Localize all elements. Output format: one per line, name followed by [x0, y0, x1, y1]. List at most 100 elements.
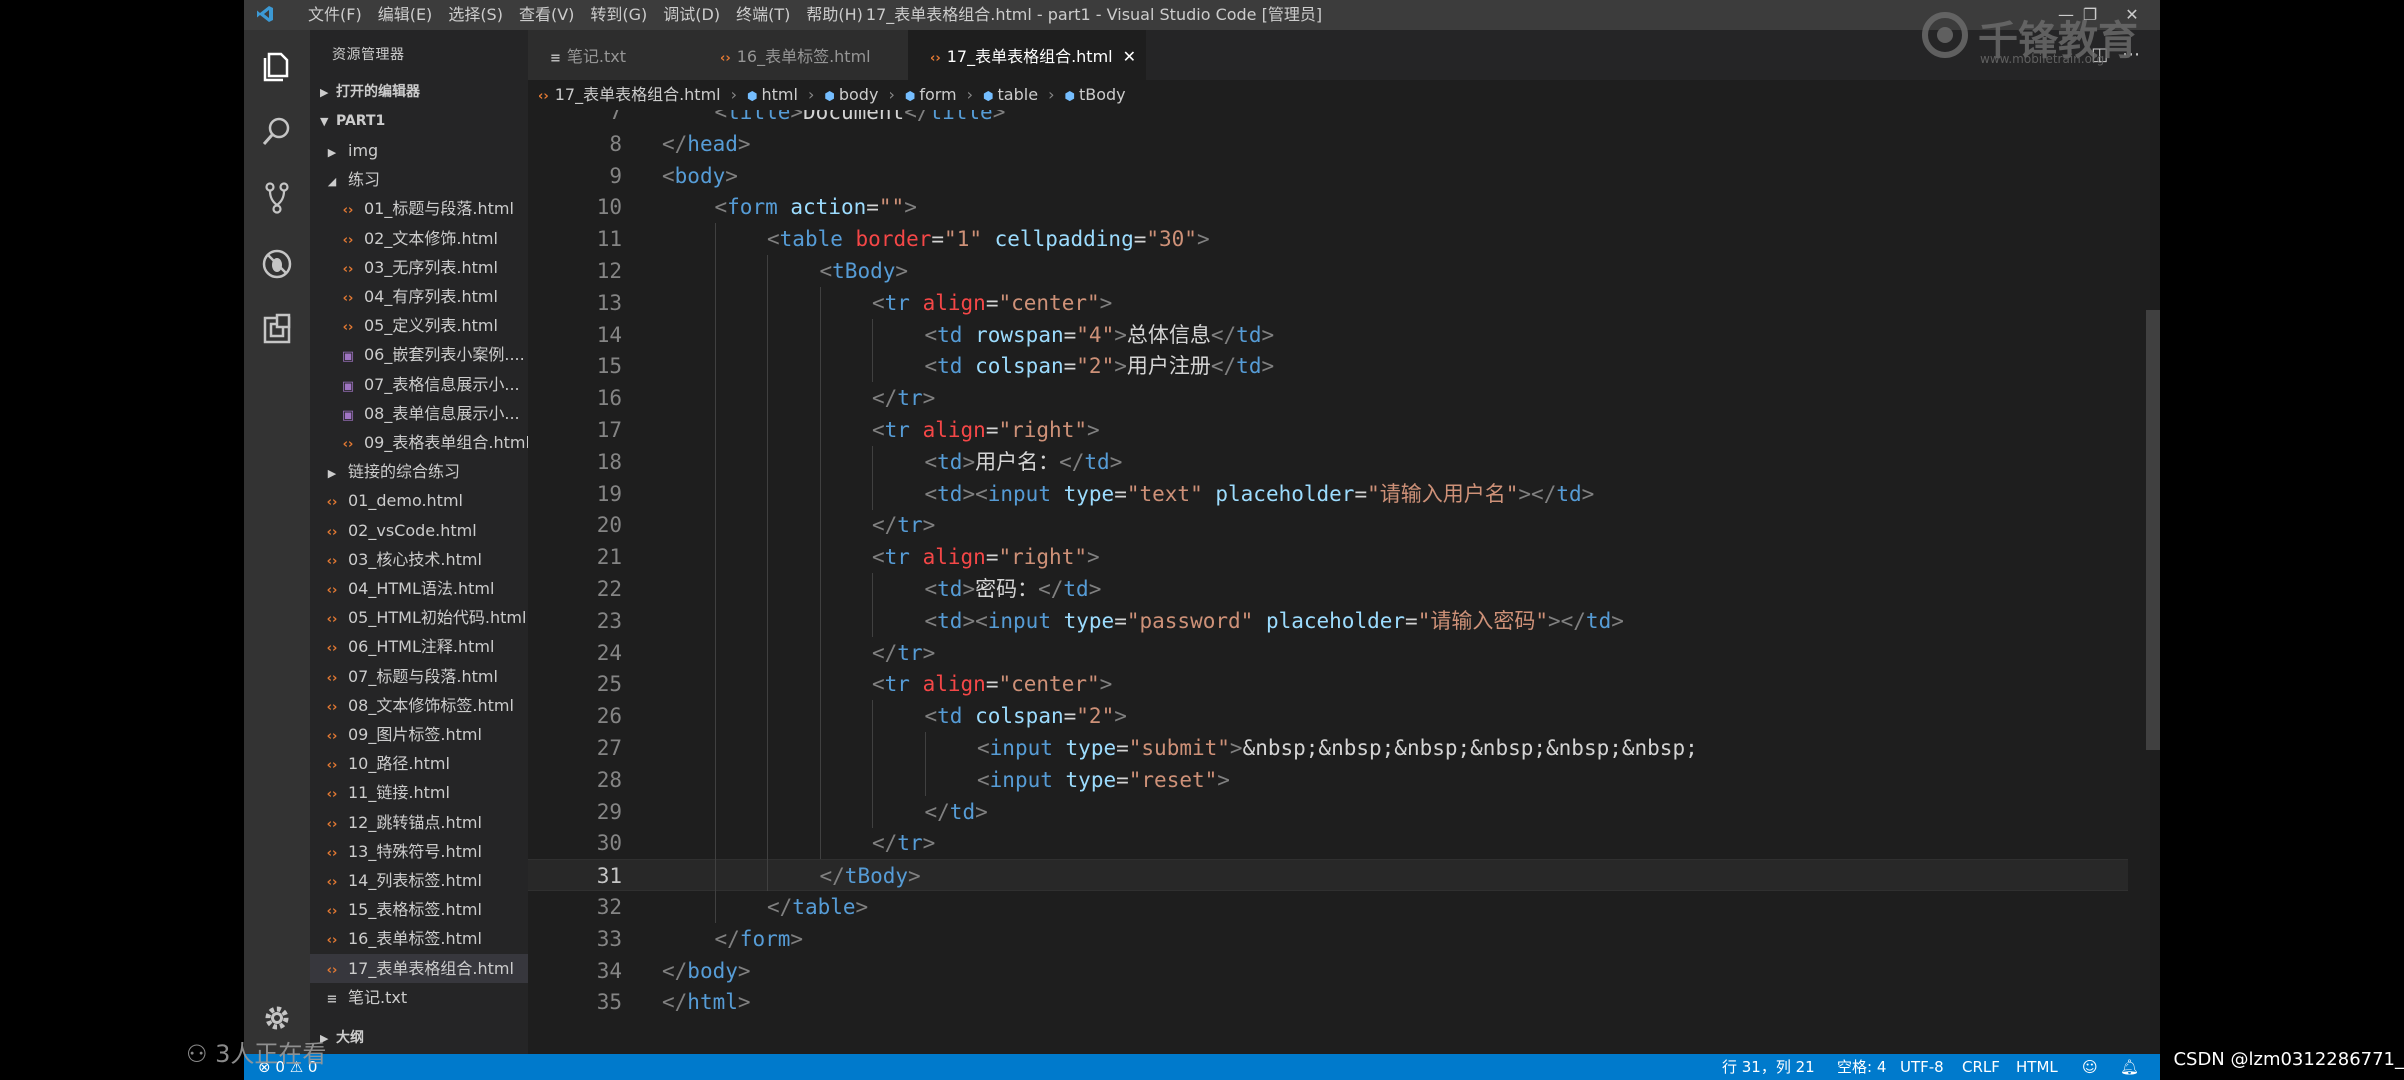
tree-item[interactable]: ▣ 06_嵌套列表小案例.... [310, 340, 528, 369]
outline-section[interactable]: ▶ 大纲 [310, 1024, 528, 1052]
tree-item[interactable]: ▶ 链接的综合练习 [310, 457, 528, 486]
code-token: "right" [998, 418, 1087, 442]
code-line[interactable]: 15 <td colspan="2">用户注册</td> [528, 350, 2128, 382]
menu-item[interactable]: 编辑(E) [370, 0, 441, 30]
tree-item[interactable]: ‹› 01_demo.html [310, 486, 528, 515]
source-control-icon[interactable] [257, 178, 297, 218]
code-line[interactable]: 11 <table border="1" cellpadding="30"> [528, 223, 2128, 255]
code-token: >< [962, 608, 988, 633]
tree-item[interactable]: ‹› 10_路径.html [310, 749, 528, 778]
menu-item[interactable]: 调试(D) [655, 0, 728, 30]
tree-item[interactable]: ‹› 02_vsCode.html [310, 516, 528, 545]
code-token: = [1405, 608, 1418, 633]
code-line[interactable]: 28 <input type="reset"> [528, 764, 2128, 796]
line-ending[interactable]: CRLF [1962, 1054, 2000, 1080]
code-line[interactable]: 8 </head> [528, 128, 2128, 160]
tree-item[interactable]: ‹› 16_表单标签.html [310, 924, 528, 953]
code-line[interactable]: 24 </tr> [528, 637, 2128, 669]
code-line[interactable]: 27 <input type="submit">&nbsp;&nbsp;&nbsp… [528, 732, 2128, 764]
open-editors-section[interactable]: ▶ 打开的编辑器 [310, 78, 528, 106]
code-line[interactable]: 10 <form action=""> [528, 191, 2128, 223]
code-line[interactable]: 9 <body> [528, 160, 2128, 192]
tree-item[interactable]: ‹› 06_HTML注释.html [310, 632, 528, 661]
menu-item[interactable]: 选择(S) [440, 0, 511, 30]
tree-item[interactable]: ▣ 08_表单信息展示小... [310, 399, 528, 428]
tree-item[interactable]: ‹› 13_特殊符号.html [310, 837, 528, 866]
cursor-position[interactable]: 行 31，列 21 [1722, 1054, 1815, 1080]
tree-item[interactable]: ‹› 03_核心技术.html [310, 545, 528, 574]
tree-item[interactable]: ‹› 01_标题与段落.html [310, 194, 528, 223]
menu-item[interactable]: 转到(G) [582, 0, 655, 30]
explorer-icon[interactable] [257, 46, 297, 86]
tree-item[interactable]: ◢ 练习 [310, 165, 528, 194]
tree-item[interactable]: ‹› 04_有序列表.html [310, 282, 528, 311]
code-line[interactable]: 26 <td colspan="2"> [528, 700, 2128, 732]
tree-item[interactable]: ‹› 15_表格标签.html [310, 895, 528, 924]
code-line[interactable]: 13 <tr align="center"> [528, 287, 2128, 319]
editor-tab[interactable]: ‹› 16_表单标签.html [698, 30, 908, 80]
menu-item[interactable]: 文件(F) [300, 0, 370, 30]
code-line[interactable]: 14 <td rowspan="4">总体信息</td> [528, 319, 2128, 351]
code-line[interactable]: 18 <td>用户名：</td> [528, 446, 2128, 478]
tree-item[interactable]: ‹› 08_文本修饰标签.html [310, 691, 528, 720]
language-mode[interactable]: HTML [2016, 1054, 2058, 1080]
code-line[interactable]: 32 </table> [528, 891, 2128, 923]
code-line[interactable]: 33 </form> [528, 923, 2128, 955]
code-line[interactable]: 23 <td><input type="password" placeholder… [528, 605, 2128, 637]
breadcrumb-item[interactable]: ⬢ body [824, 85, 878, 104]
breadcrumb-item[interactable]: ‹› 17_表单表格组合.html [538, 85, 721, 104]
tree-item[interactable]: ▣ 07_表格信息展示小... [310, 370, 528, 399]
code-line[interactable]: 7 <title>Document</title> [528, 110, 2128, 128]
html-file-icon: ‹› [326, 670, 338, 686]
code-line[interactable]: 17 <tr align="right"> [528, 414, 2128, 446]
code-editor[interactable]: 7 <title>Document</title> 8 </head> 9 <body> 1… [528, 110, 2160, 1054]
tree-item[interactable]: ‹› 07_标题与段落.html [310, 662, 528, 691]
gear-icon[interactable] [257, 998, 297, 1038]
code-line[interactable]: 20 </tr> [528, 509, 2128, 541]
editor-tab[interactable]: ≡ 笔记.txt [528, 30, 698, 80]
tree-item-label: 04_有序列表.html [364, 287, 498, 306]
indentation[interactable]: 空格: 4 [1837, 1054, 1886, 1080]
code-line[interactable]: 30 </tr> [528, 827, 2128, 859]
tree-item[interactable]: ‹› 17_表单表格组合.html [310, 953, 528, 983]
code-token: td [1585, 608, 1612, 633]
tree-item[interactable]: ‹› 12_跳转锚点.html [310, 808, 528, 837]
tree-item[interactable]: ▶ img [310, 136, 528, 165]
project-section[interactable]: ▼ PART1 [310, 107, 528, 135]
search-icon[interactable] [257, 112, 297, 152]
debug-icon[interactable] [257, 244, 297, 284]
code-line[interactable]: 19 <td><input type="text" placeholder="请输… [528, 478, 2128, 510]
close-tab-icon[interactable]: ✕ [1123, 30, 1136, 84]
code-line[interactable]: 29 </td> [528, 796, 2128, 828]
tree-item[interactable]: ≡ 笔记.txt [310, 983, 528, 1012]
tree-item[interactable]: ‹› 04_HTML语法.html [310, 574, 528, 603]
tree-item[interactable]: ‹› 03_无序列表.html [310, 253, 528, 282]
tree-item[interactable]: ‹› 11_链接.html [310, 778, 528, 807]
tree-item[interactable]: ‹› 09_表格表单组合.html [310, 428, 528, 457]
code-line[interactable]: 16 </tr> [528, 382, 2128, 414]
code-line[interactable]: 35 </html> [528, 986, 2128, 1018]
tree-item[interactable]: ‹› 14_列表标签.html [310, 866, 528, 895]
tree-item[interactable]: ‹› 09_图片标签.html [310, 720, 528, 749]
encoding[interactable]: UTF-8 [1900, 1054, 1944, 1080]
bell-icon[interactable]: 🔔︎ [2120, 1054, 2139, 1080]
breadcrumb-item[interactable]: ⬢ table [983, 85, 1038, 104]
editor-tab[interactable]: ‹› 17_表单表格组合.html ✕ [908, 30, 1146, 80]
breadcrumb-item[interactable]: ⬢ tBody [1064, 85, 1125, 104]
menu-item[interactable]: 查看(V) [511, 0, 582, 30]
tree-item[interactable]: ‹› 05_定义列表.html [310, 311, 528, 340]
tree-item[interactable]: ‹› 02_文本修饰.html [310, 224, 528, 253]
extensions-icon[interactable] [257, 310, 297, 350]
indent-guide [872, 763, 873, 796]
code-line[interactable]: 34 </body> [528, 955, 2128, 987]
smiley-feedback-icon[interactable]: ☺ [2082, 1054, 2098, 1080]
breadcrumb-item[interactable]: ⬢ html [747, 85, 798, 104]
code-line[interactable]: 22 <td>密码：</td> [528, 573, 2128, 605]
code-line[interactable]: 21 <tr align="right"> [528, 541, 2128, 573]
code-line[interactable]: 12 <tBody> [528, 255, 2128, 287]
tree-item[interactable]: ‹› 05_HTML初始代码.html [310, 603, 528, 632]
code-line[interactable]: 25 <tr align="center"> [528, 668, 2128, 700]
editor-scrollbar[interactable] [2146, 310, 2160, 750]
code-line[interactable]: 31 </tBody> [528, 859, 2128, 892]
breadcrumb-item[interactable]: ⬢ form [905, 85, 957, 104]
